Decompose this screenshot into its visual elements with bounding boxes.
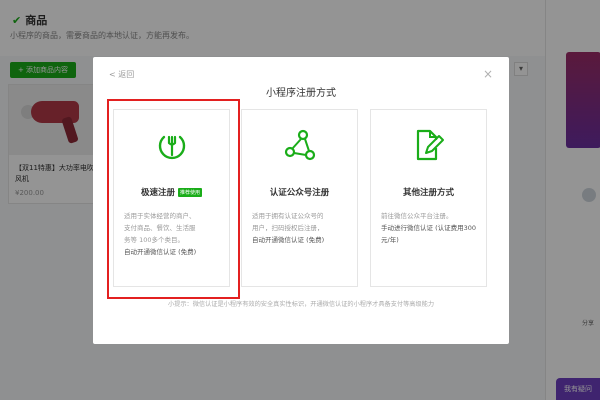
close-icon[interactable]: × bbox=[483, 67, 493, 81]
registration-modal: < 返回 × 小程序注册方式 极速注册 推荐使用 适用于实体经营的商户、 支付商品… bbox=[93, 57, 509, 344]
modal-footer-tip: 小提示：微信认证是小程序有效的安全真实性标识，开通微信认证的小程序才具备支付等高… bbox=[167, 301, 435, 308]
option-other-register[interactable]: 其他注册方式 前往微信公众平台注册。 手动进行微信认证 (认证费用300元/年) bbox=[370, 109, 487, 287]
option-description: 前往微信公众平台注册。 手动进行微信认证 (认证费用300元/年) bbox=[381, 212, 477, 244]
option-official-account-register[interactable]: 认证公众号注册 适用于拥有认证公众号的 用户，扫码授权后注册， 自动开通微信认证… bbox=[241, 109, 358, 287]
edit-document-icon bbox=[371, 128, 486, 168]
back-link[interactable]: < 返回 bbox=[109, 69, 134, 80]
option-name: 认证公众号注册 bbox=[269, 188, 330, 198]
modal-title: 小程序注册方式 bbox=[266, 88, 336, 99]
option-description: 适用于拥有认证公众号的 用户，扫码授权后注册， 自动开通微信认证 (免费) bbox=[252, 212, 325, 244]
red-highlight-box bbox=[107, 99, 240, 299]
option-name: 其他注册方式 bbox=[402, 188, 454, 198]
share-nodes-icon bbox=[242, 128, 357, 168]
